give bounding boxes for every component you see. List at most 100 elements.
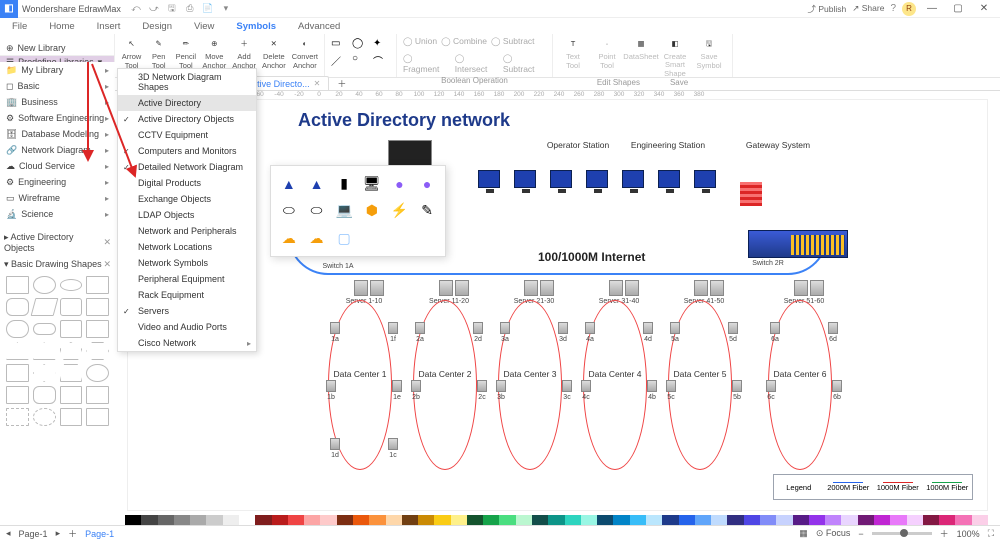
tool-convert[interactable]: ◐ConvertAnchor (292, 36, 318, 70)
submenu-cisco-network[interactable]: Cisco Network (118, 335, 256, 351)
color-swatch[interactable] (483, 515, 499, 525)
workstation[interactable] (514, 170, 536, 188)
arc-shape-icon[interactable]: ⌒ (373, 53, 390, 68)
save-icon[interactable]: 🖫 (165, 2, 179, 16)
server[interactable] (354, 280, 368, 296)
color-swatch[interactable] (727, 515, 743, 525)
color-swatch[interactable] (825, 515, 841, 525)
color-swatch[interactable] (125, 515, 141, 525)
color-swatch[interactable] (467, 515, 483, 525)
node-server[interactable] (326, 380, 336, 392)
page-label[interactable]: Page-1 (19, 529, 48, 539)
server[interactable] (710, 280, 724, 296)
color-swatch[interactable] (255, 515, 271, 525)
submenu-cctv-equipment[interactable]: CCTV Equipment (118, 127, 256, 143)
color-swatch[interactable] (662, 515, 678, 525)
share-button[interactable]: ↗ Share (852, 3, 884, 14)
symbol-bolt[interactable]: ⚡ (388, 199, 412, 222)
shape-dashedcircle[interactable] (33, 408, 56, 426)
lib-cat-basic[interactable]: ◻Basic▸ (0, 78, 115, 94)
menu-file[interactable]: File (12, 21, 27, 32)
color-swatch[interactable] (565, 515, 581, 525)
server[interactable] (625, 280, 639, 296)
shape-tag[interactable] (86, 320, 109, 338)
color-swatch[interactable] (646, 515, 662, 525)
shape-stadium[interactable] (6, 320, 29, 338)
lib-cat-engineering[interactable]: ⚙Engineering▸ (0, 174, 115, 190)
symbol-ellipse2[interactable]: ⬭ (305, 199, 329, 222)
lib-cat-cloud-service[interactable]: ☁Cloud Service▸ (0, 158, 115, 174)
color-swatch[interactable] (744, 515, 760, 525)
color-swatch[interactable] (434, 515, 450, 525)
shape-circle2[interactable] (86, 364, 109, 382)
close-icon[interactable]: ✕ (314, 79, 321, 88)
symbol-circle[interactable]: ● (388, 172, 412, 195)
node-server[interactable] (832, 380, 842, 392)
workstation[interactable] (694, 170, 716, 188)
fit-icon[interactable]: ⛶ (988, 528, 994, 539)
color-swatch[interactable] (679, 515, 695, 525)
print-icon[interactable]: ⎙ (183, 2, 197, 16)
lib-cat-database-modeling[interactable]: 🗄Database Modeling▸ (0, 126, 115, 142)
avatar[interactable]: R (902, 2, 916, 16)
submenu-video-and-audio-ports[interactable]: Video and Audio Ports (118, 319, 256, 335)
symbol-circle2[interactable]: ● (415, 172, 439, 195)
node-server[interactable] (562, 380, 572, 392)
submenu-computers-and-monitors[interactable]: Computers and Monitors (118, 143, 256, 159)
edit-create-smart[interactable]: ◧Create SmartShape (661, 36, 689, 78)
color-swatch[interactable] (955, 515, 971, 525)
color-swatch[interactable] (239, 515, 255, 525)
color-swatch[interactable] (630, 515, 646, 525)
tool-move[interactable]: ⊕MoveAnchor (202, 36, 226, 70)
symbol-cylinder[interactable]: ⬢ (360, 199, 384, 222)
color-swatch[interactable] (402, 515, 418, 525)
close-icon[interactable]: ✕ (103, 237, 111, 248)
lib-cat-business[interactable]: 🏢Business▸ (0, 94, 115, 110)
server[interactable] (794, 280, 808, 296)
node-server[interactable] (500, 322, 510, 334)
panel-basic-shapes[interactable]: ▾ Basic Drawing Shapes✕ (0, 255, 115, 272)
server[interactable] (455, 280, 469, 296)
close-button[interactable]: ✕ (974, 3, 994, 14)
color-swatch[interactable] (499, 515, 515, 525)
server[interactable] (370, 280, 384, 296)
color-swatch[interactable] (451, 515, 467, 525)
submenu-servers[interactable]: Servers (118, 303, 256, 319)
tool-pencil[interactable]: ✏PencilTool (175, 36, 196, 70)
color-swatch[interactable] (272, 515, 288, 525)
shape-roundrect[interactable] (6, 298, 29, 316)
submenu-rack-equipment[interactable]: Rack Equipment (118, 287, 256, 303)
lib-cat-science[interactable]: 🔬Science▸ (0, 206, 115, 222)
workstation[interactable] (478, 170, 500, 188)
tool-arrow[interactable]: ↖ArrowTool (121, 36, 142, 70)
shape-rr[interactable] (60, 320, 83, 338)
shape-misc7[interactable] (86, 408, 109, 426)
node-server[interactable] (388, 322, 398, 334)
color-swatch[interactable] (353, 515, 369, 525)
new-tab-button[interactable]: ＋ (331, 77, 352, 90)
node-server[interactable] (585, 322, 595, 334)
switch-device[interactable] (748, 230, 848, 258)
submenu-ldap-objects[interactable]: LDAP Objects (118, 207, 256, 223)
color-swatch[interactable] (320, 515, 336, 525)
color-swatch[interactable] (858, 515, 874, 525)
submenu-detailed-network-diagram[interactable]: Detailed Network Diagram (118, 159, 256, 175)
submenu-network-symbols[interactable]: Network Symbols (118, 255, 256, 271)
symbol-ellipse[interactable]: ⬭ (277, 199, 301, 222)
node-server[interactable] (728, 322, 738, 334)
lib-cat-network-diagram[interactable]: 🔗Network Diagram▸ (0, 142, 115, 158)
color-swatch[interactable] (923, 515, 939, 525)
color-swatch[interactable] (158, 515, 174, 525)
color-swatch[interactable] (711, 515, 727, 525)
color-swatch[interactable] (841, 515, 857, 525)
workstation[interactable] (658, 170, 680, 188)
shape-rect2[interactable] (86, 298, 109, 316)
symbol-cloud2[interactable]: ☁ (305, 227, 329, 250)
color-swatch[interactable] (223, 515, 239, 525)
node-server[interactable] (496, 380, 506, 392)
help-icon[interactable]: ? (890, 3, 896, 14)
close-icon[interactable]: ✕ (103, 259, 111, 270)
shape-pill[interactable] (33, 323, 56, 335)
tool-delete[interactable]: ✕DeleteAnchor (262, 36, 286, 70)
server[interactable] (439, 280, 453, 296)
